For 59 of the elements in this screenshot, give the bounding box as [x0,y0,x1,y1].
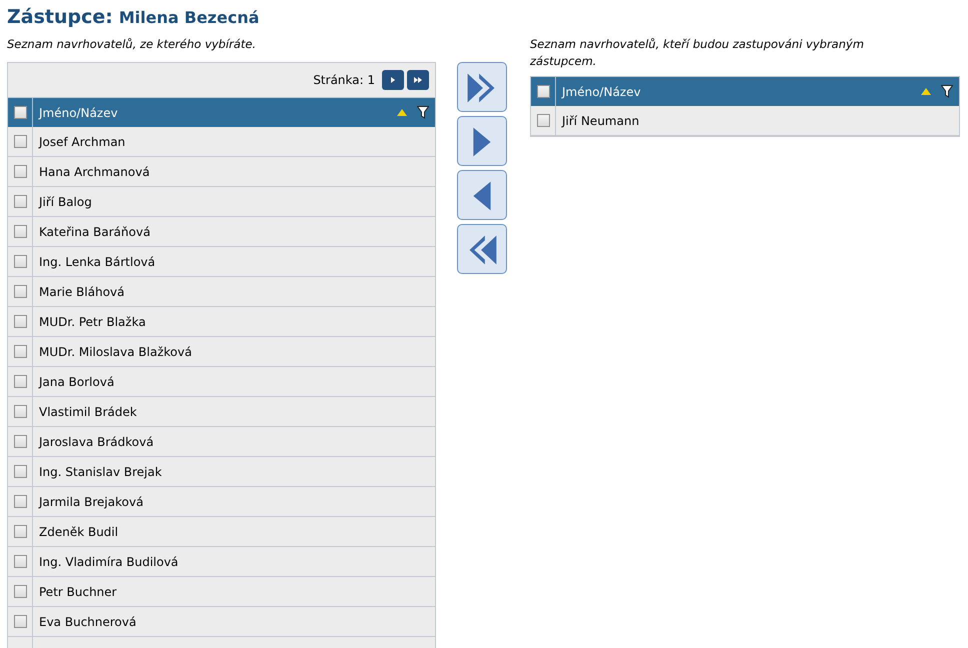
move-right-button[interactable] [457,116,507,166]
name-cell-text: Hana Archmanová [38,164,150,178]
last-page-button[interactable] [407,70,429,90]
representative-name: Milena Bezecná [118,8,260,27]
row-checkbox[interactable] [14,405,26,418]
row-checkbox[interactable] [14,255,26,268]
row-checkbox[interactable] [14,225,26,238]
name-cell-text: Petr Buchner [38,584,117,598]
row-checkbox[interactable] [14,195,26,208]
heading-label: Zástupce: [7,6,113,28]
row-checkbox[interactable] [14,165,26,178]
double-triangle-right-icon [414,77,422,83]
select-all-checkbox[interactable] [536,85,550,98]
triangle-right-icon [391,77,395,83]
row-checkbox[interactable] [14,525,26,538]
select-all-checkbox[interactable] [14,106,26,119]
row-checkbox[interactable] [14,615,26,628]
move-all-right-button[interactable] [457,62,507,112]
name-cell-text: Marie Bláhová [38,284,124,298]
name-cell-text: Jiří Balog [37,194,92,208]
name-cell-text: Josef Archman [37,134,126,148]
filter-icon[interactable] [417,106,429,119]
list-caption: Seznam navrhovatelů, ze kterého vybíráte. [7,36,257,53]
row-checkbox[interactable] [14,135,26,148]
row-checkbox[interactable] [14,315,26,328]
move-all-left-arrow-icon [470,236,496,264]
row-checkbox[interactable] [14,345,26,358]
next-page-button[interactable] [382,70,404,90]
move-left-arrow-icon [473,182,491,210]
name-cell-text: Ing. Vladimíra Budilová [38,554,178,568]
name-cell-text: MUDr. Miloslava Blažková [38,344,192,358]
name-cell-text: Kateřina Baráňová [38,224,150,238]
name-cell-text: Zdeněk Budil [38,524,118,538]
row-checkbox[interactable] [14,555,26,568]
name-cell-text: Jiří Neumann [560,114,640,128]
move-all-left-button[interactable] [457,224,507,274]
row-checkbox[interactable] [14,465,26,478]
row-checkbox[interactable] [14,285,26,298]
row-checkbox[interactable] [14,435,26,448]
name-cell-text: Jaroslava Brádková [37,434,154,448]
filter-icon[interactable] [941,85,953,98]
row-checkbox[interactable] [14,375,26,388]
sort-ascending-icon[interactable] [920,87,932,96]
name-cell-text: Vlastimil Brádek [38,404,137,418]
page-label: Stránka: 1 [313,73,375,87]
name-cell-text: MUDr. Petr Blažka [38,314,146,328]
row-checkbox[interactable] [536,114,550,127]
name-cell-text: Jarmila Brejaková [37,494,144,508]
name-cell-text: Jana Borlová [37,374,114,388]
move-left-button[interactable] [457,170,507,220]
move-right-arrow-icon [473,128,491,156]
name-cell-text: Ing. Lenka Bártlová [38,254,156,268]
name-cell-text: Eva Buchnerová [38,614,136,628]
name-cell-text: Ing. Stanislav Brejak [38,464,162,478]
list-caption: Seznam navrhovatelů, kteří budou zastupováni vybraným zástupcem. [530,36,865,70]
sort-ascending-icon[interactable] [396,108,408,117]
row-checkbox[interactable] [14,495,26,508]
row-checkbox[interactable] [14,585,26,598]
move-all-right-arrow-icon [468,74,494,102]
